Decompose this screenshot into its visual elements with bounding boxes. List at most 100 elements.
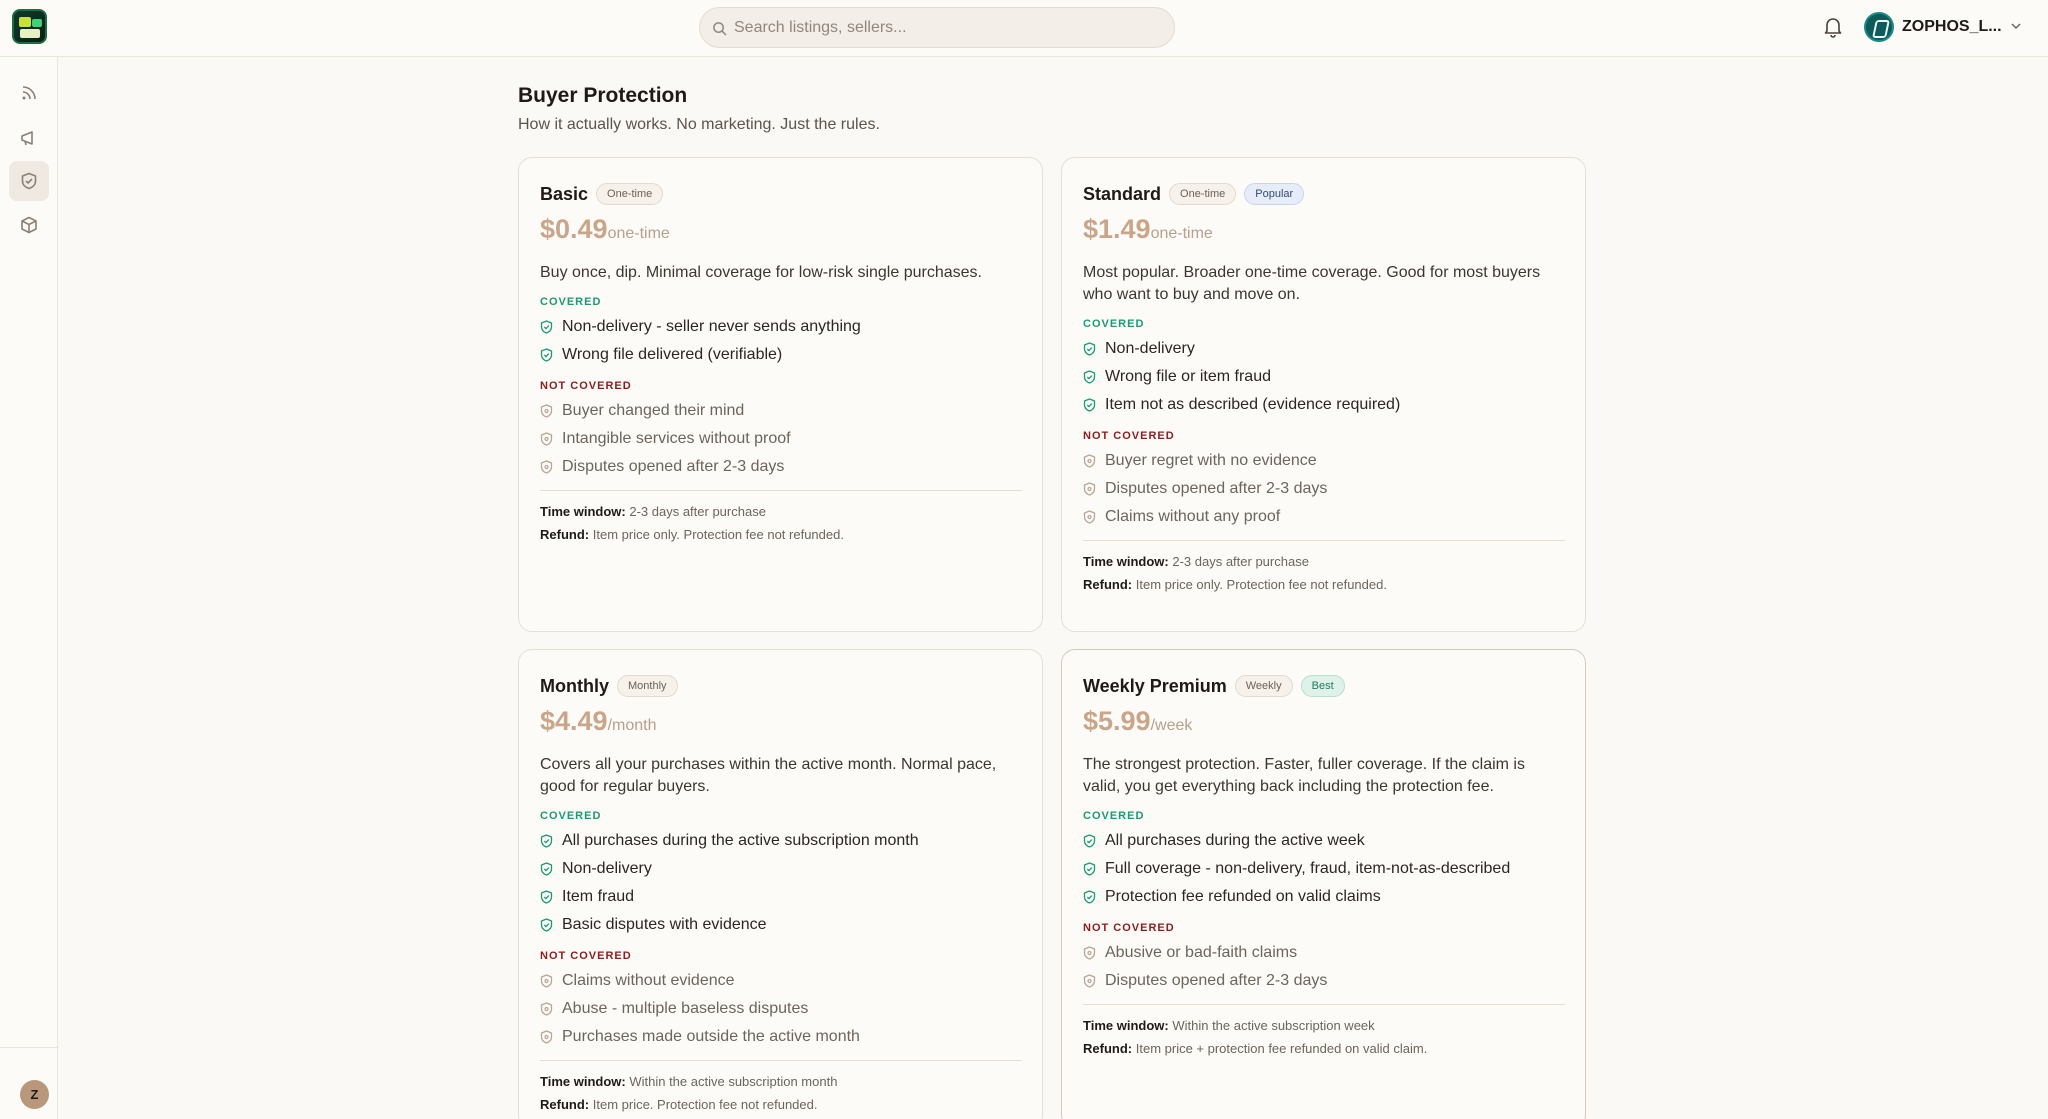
user-avatar: [1864, 12, 1894, 42]
plan-header: Monthly Monthly: [540, 674, 678, 698]
shield-check-icon: [1083, 834, 1096, 848]
refund: Refund: Item price only. Protection fee …: [1083, 577, 1387, 592]
not-covered-item: Disputes opened after 2-3 days: [1083, 478, 1327, 500]
covered-heading: COVERED: [540, 810, 602, 822]
covered-item-text: Full coverage - non-delivery, fraud, ite…: [1105, 860, 1511, 877]
refund: Refund: Item price. Protection fee not r…: [540, 1097, 817, 1112]
covered-item: Protection fee refunded on valid claims: [1083, 886, 1381, 908]
plan-header: Weekly Premium Weekly Best: [1083, 674, 1345, 698]
not-covered-heading: NOT COVERED: [1083, 922, 1175, 934]
sidebar-item-packages[interactable]: [9, 205, 49, 245]
page-subtitle: How it actually works. No marketing. Jus…: [518, 116, 880, 133]
time-window: Time window: 2-3 days after purchase: [540, 504, 766, 519]
time-window-value: Within the active subscription week: [1172, 1018, 1375, 1033]
plan-header: Basic One-time: [540, 182, 664, 206]
plan-name: Basic: [540, 183, 589, 204]
shield-x-icon: [1083, 454, 1096, 468]
user-menu[interactable]: ZOPHOS_L...: [1862, 10, 2027, 44]
sidebar-item-feed[interactable]: [9, 73, 49, 113]
time-window-label: Time window:: [1083, 1018, 1169, 1033]
plan-price: $5.99/week: [1083, 706, 1192, 737]
refund-label: Refund:: [1083, 577, 1133, 592]
chevron-down-icon: [2011, 23, 2021, 30]
covered-heading: COVERED: [1083, 318, 1145, 330]
page-title: Buyer Protection: [518, 84, 688, 107]
shield-check-icon: [540, 918, 553, 932]
card-divider: [1083, 1004, 1565, 1005]
shield-x-icon: [1083, 510, 1096, 524]
plan-card-monthly[interactable]: Monthly Monthly $4.49/month Covers all your…: [518, 649, 1043, 1119]
not-covered-item: Buyer changed their mind: [540, 400, 744, 422]
shield-x-icon: [540, 460, 553, 474]
plan-price: $0.49one-time: [540, 214, 670, 245]
sidebar-item-protection[interactable]: [9, 161, 49, 201]
app-logo[interactable]: [12, 9, 47, 44]
box-icon: [21, 216, 37, 234]
covered-item-text: Wrong file delivered (verifiable): [562, 346, 783, 363]
plan-card-basic[interactable]: Basic One-time $0.49one-time Buy once, dip.…: [518, 157, 1043, 632]
time-window-label: Time window:: [540, 1074, 626, 1089]
sidebar-divider: [0, 1047, 58, 1048]
price-period: /month: [607, 717, 657, 734]
plan-badge: Monthly: [617, 675, 678, 697]
shield-check-icon: [540, 890, 553, 904]
not-covered-heading: NOT COVERED: [540, 950, 632, 962]
refund: Refund: Item price only. Protection fee …: [540, 527, 844, 542]
bell-icon[interactable]: [1823, 16, 1843, 38]
not-covered-item: Abuse - multiple baseless disputes: [540, 998, 808, 1020]
refund-label: Refund:: [540, 527, 590, 542]
plan-badge: One-time: [1169, 183, 1237, 205]
covered-item: Non-delivery - seller never sends anythi…: [540, 316, 861, 338]
not-covered-item-text: Claims without any proof: [1105, 508, 1281, 525]
price-amount: $1.49: [1083, 214, 1151, 244]
covered-item: Wrong file delivered (verifiable): [540, 344, 782, 366]
covered-item: All purchases during the active subscrip…: [540, 830, 919, 852]
plan-name: Monthly: [540, 675, 609, 696]
covered-item-text: Wrong file or item fraud: [1105, 368, 1271, 385]
not-covered-item-text: Buyer changed their mind: [562, 402, 745, 419]
time-window-value: Within the active subscription month: [629, 1074, 838, 1089]
covered-item-text: All purchases during the active subscrip…: [562, 832, 919, 849]
covered-item: Item not as described (evidence required…: [1083, 394, 1400, 416]
not-covered-item-text: Abusive or bad-faith claims: [1105, 944, 1298, 961]
search-icon: [713, 22, 727, 36]
plan-badge: One-time: [596, 183, 664, 205]
shield-check-icon: [540, 348, 553, 362]
not-covered-item-text: Disputes opened after 2-3 days: [562, 458, 785, 475]
plan-card-standard[interactable]: Standard One-time Popular $1.49one-time Most…: [1061, 157, 1586, 632]
shield-check-icon: [540, 862, 553, 876]
shield-x-icon: [1083, 482, 1096, 496]
user-name: ZOPHOS_L...: [1902, 18, 2002, 35]
shield-x-icon: [540, 432, 553, 446]
refund: Refund: Item price + protection fee refu…: [1083, 1041, 1427, 1056]
rss-icon: [22, 86, 36, 100]
not-covered-heading: NOT COVERED: [1083, 430, 1175, 442]
price-amount: $0.49: [540, 214, 608, 244]
time-window: Time window: Within the active subscript…: [1083, 1018, 1375, 1033]
top-bar: ZOPHOS_L...: [0, 0, 2048, 57]
refund-value: Item price only. Protection fee not refu…: [592, 527, 844, 542]
card-divider: [1083, 540, 1565, 541]
covered-heading: COVERED: [540, 296, 602, 308]
time-window-label: Time window:: [1083, 554, 1169, 569]
refund-value: Item price + protection fee refunded on …: [1135, 1041, 1428, 1056]
search-input[interactable]: [734, 8, 1154, 47]
covered-item: Full coverage - non-delivery, fraud, ite…: [1083, 858, 1510, 880]
plan-name: Standard: [1083, 183, 1162, 204]
plan-card-weekly-premium[interactable]: Weekly Premium Weekly Best $5.99/week The st…: [1061, 649, 1586, 1119]
sidebar-item-announcements[interactable]: [9, 118, 49, 158]
shield-check-icon: [1083, 370, 1096, 384]
plan-badge: Weekly: [1234, 675, 1293, 697]
shield-x-icon: [1083, 946, 1096, 960]
plan-badge: Best: [1300, 675, 1345, 697]
covered-item: Wrong file or item fraud: [1083, 366, 1271, 388]
search-box[interactable]: [699, 7, 1175, 48]
covered-item: Item fraud: [540, 886, 634, 908]
profile-avatar[interactable]: Z: [20, 1080, 49, 1109]
shield-x-icon: [540, 974, 553, 988]
shield-x-icon: [540, 1002, 553, 1016]
plan-description: The strongest protection. Faster, fuller…: [1083, 756, 1525, 795]
not-covered-item-text: Intangible services without proof: [562, 430, 791, 447]
not-covered-item-text: Claims without evidence: [562, 972, 735, 989]
price-period: one-time: [607, 225, 670, 242]
